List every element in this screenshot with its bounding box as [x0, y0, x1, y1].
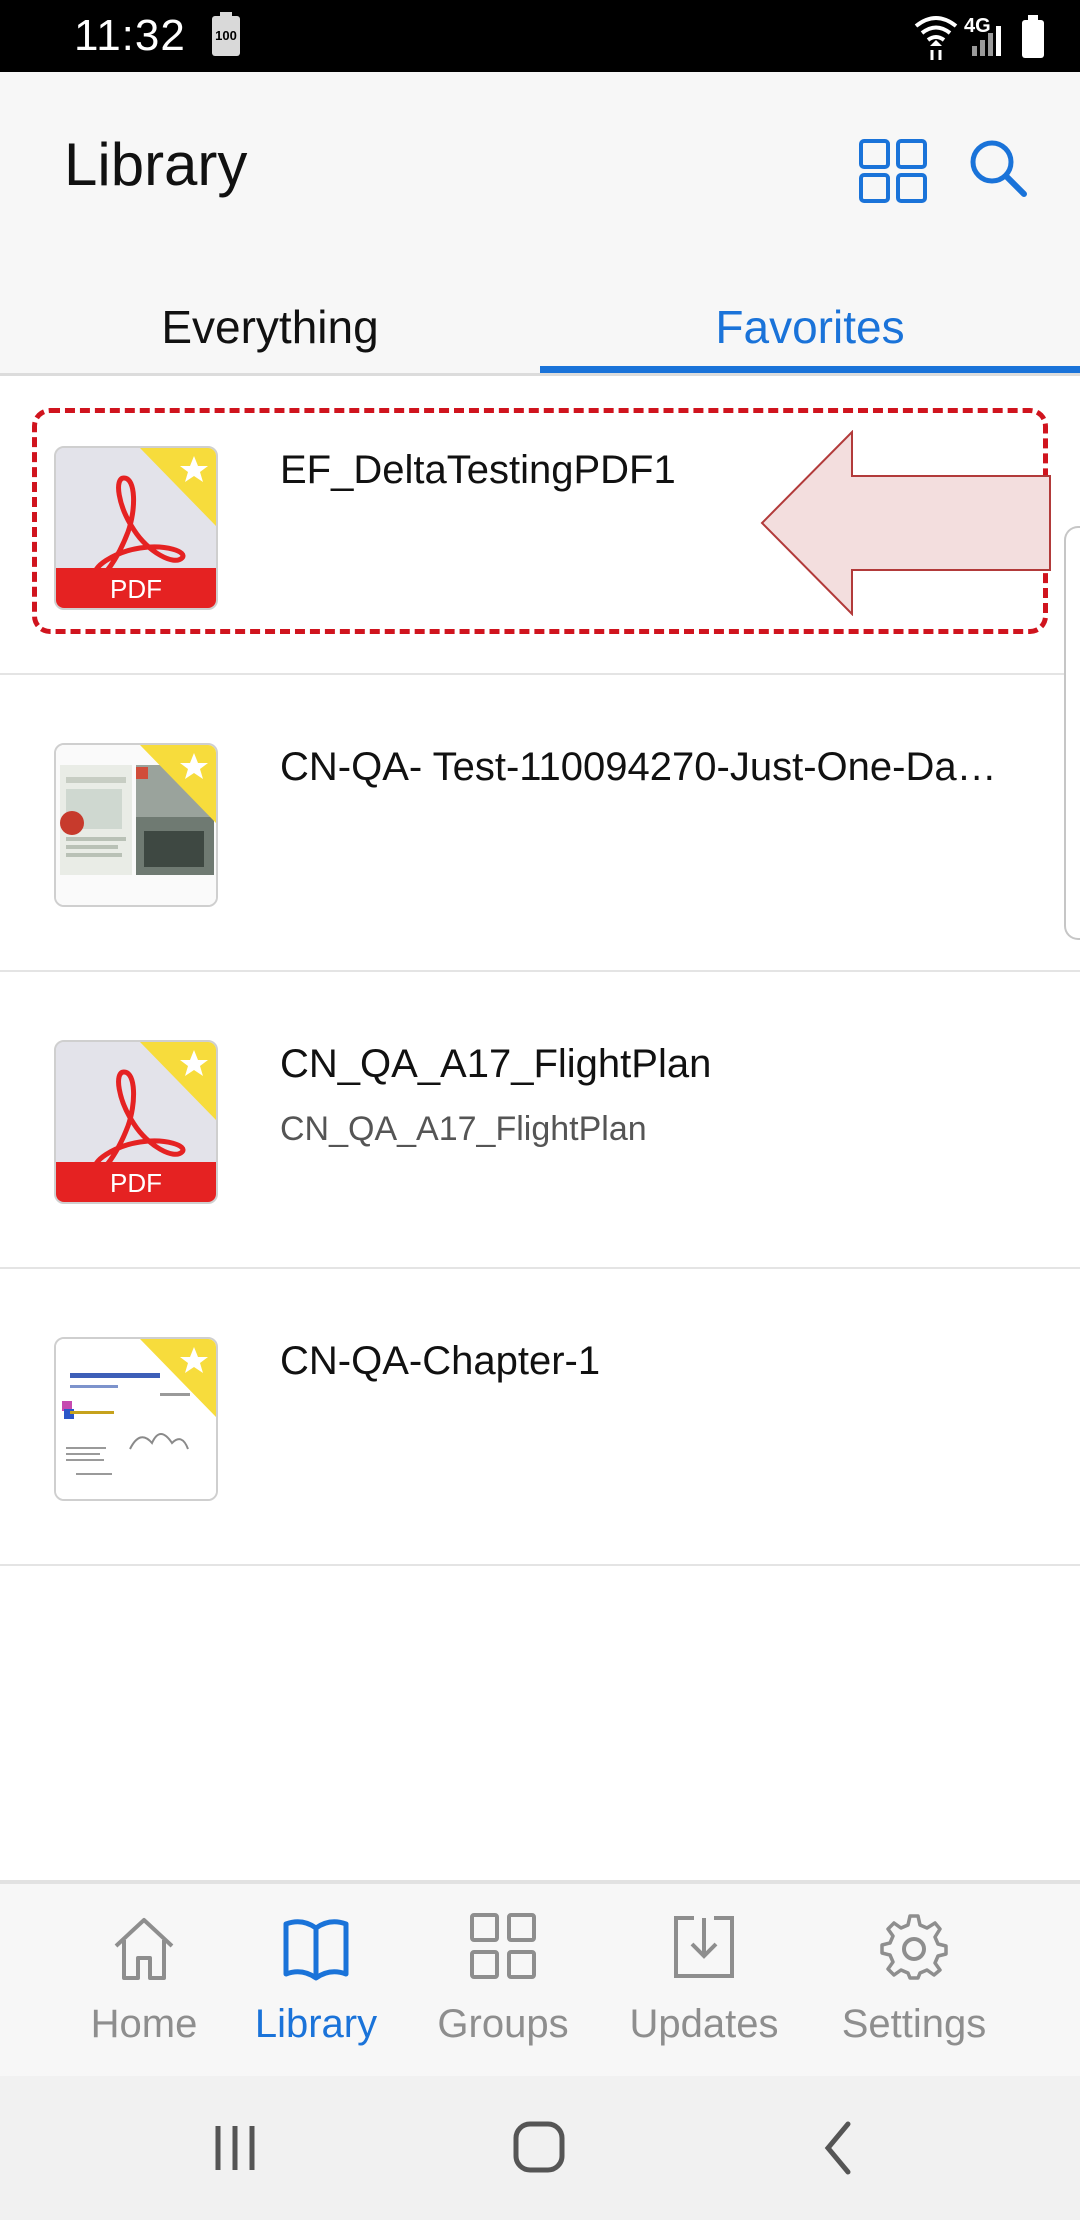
nav-settings[interactable]: Settings — [824, 1884, 1004, 2080]
list-item[interactable]: PDF CN_QA_A17_FlightPlan CN_QA_A17_Fligh… — [0, 972, 1080, 1269]
system-navigation-bar — [0, 2076, 1080, 2220]
nav-label: Library — [254, 2002, 378, 2046]
grid-view-icon[interactable] — [858, 138, 928, 204]
document-thumbnail — [54, 1337, 218, 1501]
tabs-divider — [0, 373, 1080, 376]
recent-apps-icon[interactable] — [210, 2112, 260, 2184]
pdf-thumbnail: PDF — [54, 1040, 218, 1204]
item-subtitle: CN_QA_A17_FlightPlan — [280, 1110, 647, 1148]
battery-saver-icon: 100 — [212, 12, 240, 56]
home-button-icon[interactable] — [508, 2112, 572, 2184]
pdf-thumbnail: PDF — [54, 446, 218, 610]
app-header: Library Everything Favorites — [0, 72, 1080, 376]
nav-home[interactable]: Home — [64, 1884, 224, 2080]
status-time: 11:32 — [74, 11, 186, 60]
status-bar: 11:32 100 4G — [0, 0, 1080, 72]
nav-label: Updates — [629, 2002, 779, 2046]
item-title: CN_QA_A17_FlightPlan — [280, 1042, 712, 1086]
bottom-navigation: Home Library Groups Updates Settings — [0, 1880, 1080, 2076]
pointer-arrow-icon — [760, 430, 1051, 616]
wifi-icon — [914, 16, 958, 42]
list-item[interactable]: CN-QA- Test-110094270-Just-One-Da… — [0, 675, 1080, 972]
back-icon[interactable] — [818, 2112, 858, 2184]
download-icon — [674, 1916, 734, 1978]
svg-text:PDF: PDF — [110, 1168, 162, 1198]
battery-icon — [1022, 15, 1044, 58]
search-icon[interactable] — [966, 136, 1030, 200]
item-title: EF_DeltaTestingPDF1 — [280, 448, 676, 492]
svg-text:4G: 4G — [964, 15, 991, 37]
nav-updates[interactable]: Updates — [614, 1884, 794, 2080]
list-item[interactable]: CN-QA-Chapter-1 — [0, 1269, 1080, 1566]
groups-grid-icon — [470, 1913, 536, 1979]
nav-groups[interactable]: Groups — [418, 1884, 588, 2080]
item-title: CN-QA- Test-110094270-Just-One-Da… — [280, 745, 997, 789]
svg-text:PDF: PDF — [110, 574, 162, 604]
nav-label: Home — [90, 2002, 198, 2046]
tab-everything[interactable]: Everything — [0, 280, 540, 374]
nav-label: Settings — [841, 2002, 987, 2046]
scrollbar-handle[interactable] — [1064, 526, 1080, 940]
gear-icon — [880, 1914, 948, 1980]
item-title: CN-QA-Chapter-1 — [280, 1339, 601, 1383]
status-icons: 4G — [914, 15, 1044, 60]
nav-label: Groups — [437, 2002, 569, 2046]
page-title: Library — [64, 131, 248, 198]
book-icon — [283, 1919, 349, 1981]
magazine-thumbnail — [54, 743, 218, 907]
nav-library[interactable]: Library — [236, 1884, 396, 2080]
tab-favorites[interactable]: Favorites — [540, 280, 1080, 374]
home-icon — [114, 1918, 174, 1980]
